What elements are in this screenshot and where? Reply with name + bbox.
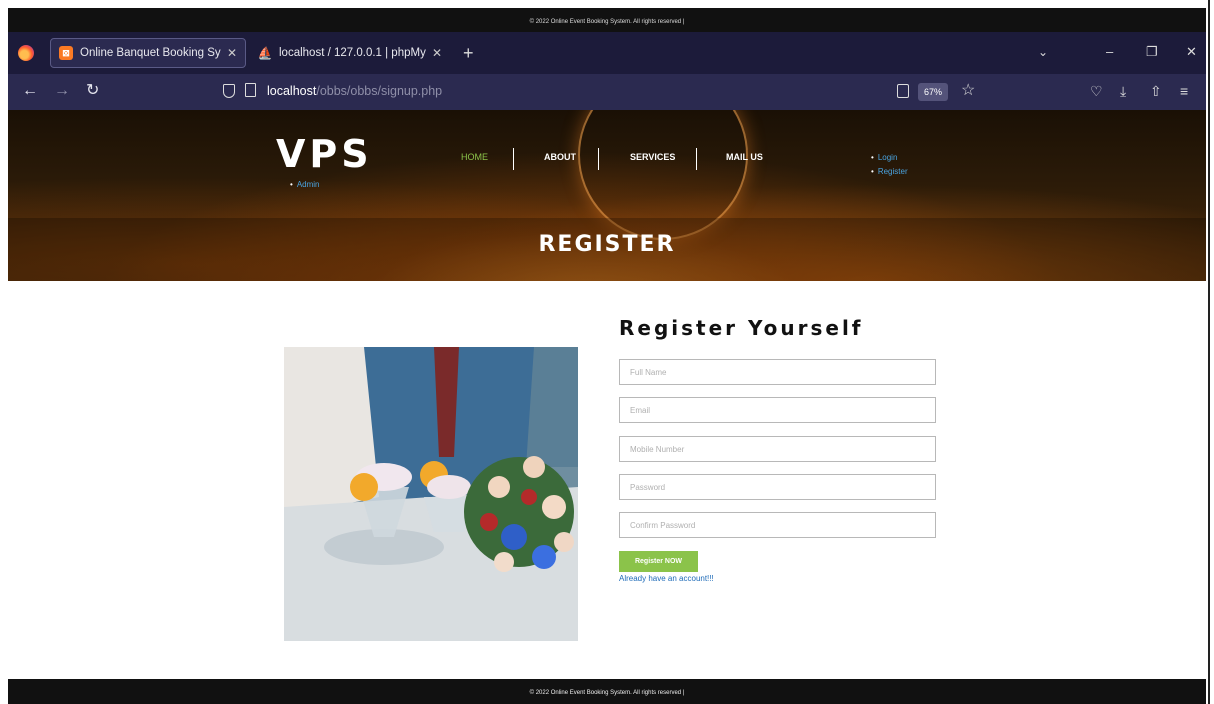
register-now-button[interactable]: Register NOW xyxy=(619,551,698,572)
zoom-level-badge[interactable]: 67% xyxy=(918,83,949,101)
tracking-shield-icon[interactable] xyxy=(223,84,235,98)
xampp-icon: ⊠ xyxy=(59,46,73,60)
pocket-icon[interactable]: ♡ xyxy=(1090,82,1103,100)
full-name-field[interactable] xyxy=(619,359,936,385)
extensions-icon[interactable]: ⇧ xyxy=(1150,82,1162,100)
back-arrow-icon[interactable]: ← xyxy=(22,82,38,100)
menu-hamburger-icon[interactable]: ≡ xyxy=(1180,82,1188,100)
url-text[interactable]: localhost/obbs/obbs/signup.php xyxy=(267,84,442,98)
nav-mail-us[interactable]: MAIL US xyxy=(726,152,763,162)
bookmark-star-icon[interactable]: ☆ xyxy=(961,80,975,100)
email-field[interactable] xyxy=(619,397,936,423)
login-link[interactable]: Login xyxy=(871,153,898,162)
close-icon[interactable]: ✕ xyxy=(432,46,442,60)
already-have-account-link[interactable]: Already have an account!!! xyxy=(619,574,714,583)
reload-icon[interactable]: ↻ xyxy=(86,82,99,100)
nav-about[interactable]: ABOUT xyxy=(544,152,576,162)
close-icon[interactable]: ✕ xyxy=(227,46,237,60)
browser-nav-bar: ← → ↻ localhost/obbs/obbs/signup.php 67%… xyxy=(8,74,1206,110)
new-tab-button[interactable]: + xyxy=(463,44,474,62)
forward-arrow-icon[interactable]: → xyxy=(54,82,70,100)
download-icon[interactable]: ⤓ xyxy=(1120,82,1126,100)
browser-tab-bar: ⊠ Online Banquet Booking System ✕ ⛵ loca… xyxy=(8,32,1206,74)
mobile-number-field[interactable] xyxy=(619,436,936,462)
tab-list-chevron-icon[interactable]: ⌄ xyxy=(1038,45,1048,59)
tab-phpmyadmin[interactable]: ⛵ localhost / 127.0.0.1 | phpMyAdmin ✕ xyxy=(250,38,450,68)
tab-title: localhost / 127.0.0.1 | phpMyAdmin xyxy=(279,47,426,59)
admin-link[interactable]: Admin xyxy=(290,180,320,189)
password-field[interactable] xyxy=(619,474,936,500)
tab-online-banquet[interactable]: ⊠ Online Banquet Booking System ✕ xyxy=(50,38,246,68)
top-copyright-strip: © 2022 Online Event Booking System. All … xyxy=(8,8,1206,32)
site-header: VPS Admin HOME ABOUT SERVICES MAIL US Lo… xyxy=(8,110,1206,281)
menu-divider xyxy=(598,148,599,170)
confirm-password-field[interactable] xyxy=(619,512,936,538)
firefox-icon[interactable] xyxy=(18,45,34,61)
window-edge xyxy=(1208,0,1210,704)
form-title: Register Yourself xyxy=(619,316,864,340)
window-close-icon[interactable]: ✕ xyxy=(1186,44,1197,60)
wedding-photo-illustration xyxy=(284,347,578,641)
site-logo[interactable]: VPS xyxy=(276,132,373,176)
nav-home[interactable]: HOME xyxy=(461,152,488,162)
minimize-icon[interactable]: – xyxy=(1106,44,1113,59)
screen: © 2022 Online Event Booking System. All … xyxy=(0,0,1214,704)
register-link[interactable]: Register xyxy=(871,167,908,176)
tab-title: Online Banquet Booking System xyxy=(80,47,221,59)
nav-services[interactable]: SERVICES xyxy=(630,152,675,162)
phpmyadmin-icon: ⛵ xyxy=(257,46,273,60)
page-info-icon[interactable] xyxy=(245,83,256,97)
menu-divider xyxy=(696,148,697,170)
footer-copyright: © 2022 Online Event Booking System. All … xyxy=(8,679,1206,704)
menu-divider xyxy=(513,148,514,170)
reader-view-icon[interactable] xyxy=(897,84,909,98)
url-bar[interactable]: localhost/obbs/obbs/signup.php 67% ☆ xyxy=(213,78,993,106)
page-title: REGISTER xyxy=(538,232,676,257)
wedding-photo xyxy=(284,347,578,641)
restore-icon[interactable]: ❐ xyxy=(1146,44,1158,60)
